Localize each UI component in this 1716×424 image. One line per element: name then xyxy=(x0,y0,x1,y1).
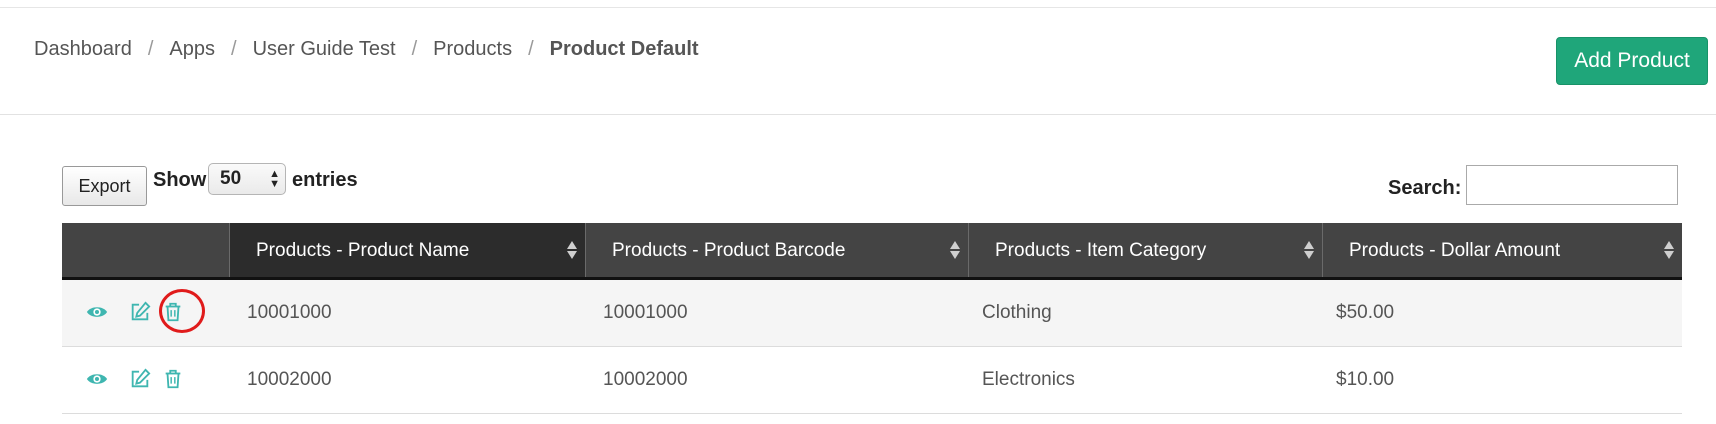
breadcrumb: Dashboard / Apps / User Guide Test / Pro… xyxy=(34,38,699,61)
select-arrows-icon: ▲ ▼ xyxy=(269,168,280,190)
actions-column-header xyxy=(62,223,229,277)
table-header: Products - Product Name Products - Produ… xyxy=(62,223,1682,280)
page-header: Dashboard / Apps / User Guide Test / Pro… xyxy=(0,8,1716,114)
cell-dollar-amount: $10.00 xyxy=(1336,369,1395,390)
edit-icon[interactable] xyxy=(129,368,151,390)
breadcrumb-item-products[interactable]: Products xyxy=(433,38,512,61)
entries-label: entries xyxy=(292,169,358,191)
column-header-label: Products - Dollar Amount xyxy=(1349,240,1561,261)
column-header-product-name[interactable]: Products - Product Name xyxy=(229,223,585,277)
products-table: Products - Product Name Products - Produ… xyxy=(62,223,1682,414)
column-header-item-category[interactable]: Products - Item Category xyxy=(968,223,1322,277)
breadcrumb-item-dashboard[interactable]: Dashboard xyxy=(34,38,132,61)
breadcrumb-separator: / xyxy=(147,38,154,60)
cell-product-name: 10001000 xyxy=(247,302,332,323)
table-row: 10002000 10002000 Electronics $10.00 xyxy=(62,347,1682,414)
sort-icon xyxy=(950,239,960,261)
column-header-label: Products - Product Name xyxy=(256,240,470,261)
entries-select-value: 50 xyxy=(220,168,242,189)
cell-product-barcode: 10001000 xyxy=(603,302,688,323)
column-header-label: Products - Product Barcode xyxy=(612,240,846,261)
breadcrumb-current: Product Default xyxy=(549,38,699,60)
breadcrumb-separator: / xyxy=(528,38,534,60)
table-row: 10001000 10001000 Clothing $50.00 xyxy=(62,280,1682,347)
cell-product-barcode: 10002000 xyxy=(603,369,688,390)
breadcrumb-item-user-guide-test[interactable]: User Guide Test xyxy=(253,38,396,61)
cell-product-name: 10002000 xyxy=(247,369,332,390)
breadcrumb-item-apps[interactable]: Apps xyxy=(169,38,215,61)
sort-icon xyxy=(1304,239,1314,261)
search-label: Search: xyxy=(1388,177,1462,199)
row-actions xyxy=(62,347,229,413)
search-input[interactable] xyxy=(1466,165,1678,205)
show-label: Show xyxy=(153,169,207,191)
sort-icon xyxy=(1664,239,1674,261)
entries-per-page-select[interactable]: 50 ▲ ▼ xyxy=(208,163,286,195)
header-divider xyxy=(0,114,1716,115)
export-button[interactable]: Export xyxy=(62,166,147,206)
column-header-product-barcode[interactable]: Products - Product Barcode xyxy=(585,223,968,277)
edit-icon[interactable] xyxy=(129,301,151,323)
delete-highlight-circle xyxy=(159,289,205,333)
sort-icon xyxy=(567,239,577,261)
cell-item-category: Clothing xyxy=(982,302,1052,323)
cell-dollar-amount: $50.00 xyxy=(1336,302,1395,323)
add-product-button[interactable]: Add Product xyxy=(1556,37,1708,85)
column-header-dollar-amount[interactable]: Products - Dollar Amount xyxy=(1322,223,1682,277)
breadcrumb-separator: / xyxy=(231,38,237,60)
table-controls: Export Show 50 ▲ ▼ entries Search: xyxy=(62,163,1682,213)
cell-item-category: Electronics xyxy=(982,369,1075,390)
eye-icon[interactable] xyxy=(86,301,108,323)
trash-icon[interactable] xyxy=(162,368,184,390)
column-header-label: Products - Item Category xyxy=(995,240,1207,261)
eye-icon[interactable] xyxy=(86,368,108,390)
breadcrumb-separator: / xyxy=(411,38,418,60)
